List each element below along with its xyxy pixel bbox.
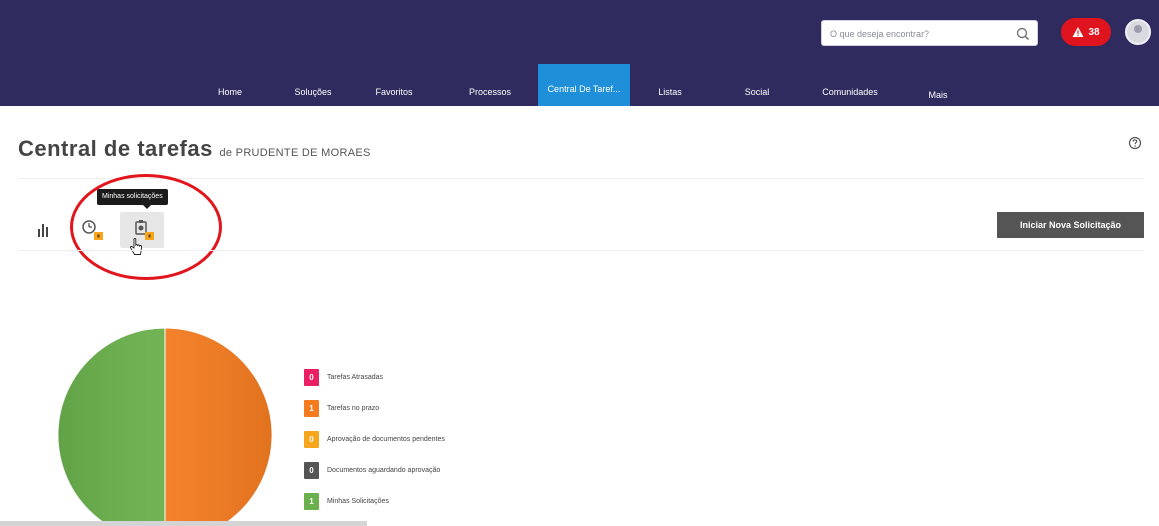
warning-icon <box>1072 27 1084 37</box>
divider <box>18 178 1144 179</box>
nav-solutions[interactable]: Soluções <box>283 64 343 106</box>
tasks-button[interactable] <box>70 212 114 248</box>
main-nav: Home Soluções Favoritos Processos Centra… <box>0 64 1159 106</box>
legend-label: Documentos aguardando aprovação <box>327 466 441 474</box>
legend-count: 0 <box>304 368 319 386</box>
nav-social[interactable]: Social <box>735 64 779 106</box>
legend-count: 1 <box>304 399 319 417</box>
search-input[interactable] <box>830 25 1010 43</box>
nav-home[interactable]: Home <box>200 64 260 106</box>
help-icon[interactable] <box>1128 136 1142 150</box>
dashboard-button[interactable] <box>22 212 66 248</box>
legend-label: Minhas Solicitações <box>327 497 389 505</box>
search-box[interactable] <box>821 20 1038 46</box>
clock-lock-icon <box>82 220 103 240</box>
legend-count: 1 <box>304 492 319 510</box>
alerts-count: 38 <box>1088 26 1100 38</box>
nav-lists[interactable]: Listas <box>648 64 692 106</box>
nav-favorites[interactable]: Favoritos <box>362 64 426 106</box>
nav-communities[interactable]: Comunidades <box>810 64 890 106</box>
bar-chart-icon <box>38 224 48 237</box>
horizontal-scrollbar[interactable] <box>0 521 367 526</box>
page-subtitle: de PRUDENTE DE MORAES <box>219 147 371 159</box>
page-title-text: Central de tarefas <box>18 136 213 161</box>
legend-label: Tarefas Atrasadas <box>327 373 384 381</box>
nav-more[interactable]: Mais <box>918 64 958 106</box>
legend-count: 0 <box>304 461 319 479</box>
alerts-badge[interactable]: 38 <box>1061 18 1111 46</box>
search-icon[interactable] <box>1015 26 1031 42</box>
top-header: 38 Home Soluções Favoritos Processos Cen… <box>0 0 1159 106</box>
nav-task-center[interactable]: Central De Taref... <box>538 64 630 106</box>
pie-shading <box>58 328 272 526</box>
nav-processes[interactable]: Processos <box>458 64 522 106</box>
legend-label: Tarefas no prazo <box>327 404 380 412</box>
legend-item[interactable]: 0 Documentos aguardando aprovação <box>304 461 440 479</box>
hand-cursor-icon <box>130 238 142 255</box>
tasks-pie-chart <box>57 327 273 526</box>
legend-item[interactable]: 1 Tarefas no prazo <box>304 399 379 417</box>
legend-item[interactable]: 1 Minhas Solicitações <box>304 492 389 510</box>
divider <box>18 250 1144 251</box>
legend-label: Aprovação de documentos pendentes <box>327 435 445 443</box>
user-avatar[interactable] <box>1125 19 1151 45</box>
task-center-page: 38 Home Soluções Favoritos Processos Cen… <box>0 0 1159 526</box>
page-title: Central de tarefas de PRUDENTE DE MORAES <box>18 136 371 162</box>
tooltip-my-requests: Minhas solicitações <box>97 189 168 209</box>
legend-count: 0 <box>304 430 319 448</box>
start-new-request-button[interactable]: Iniciar Nova Solicitação <box>997 212 1144 238</box>
legend-item[interactable]: 0 Aprovação de documentos pendentes <box>304 430 445 448</box>
legend-item[interactable]: 0 Tarefas Atrasadas <box>304 368 383 386</box>
